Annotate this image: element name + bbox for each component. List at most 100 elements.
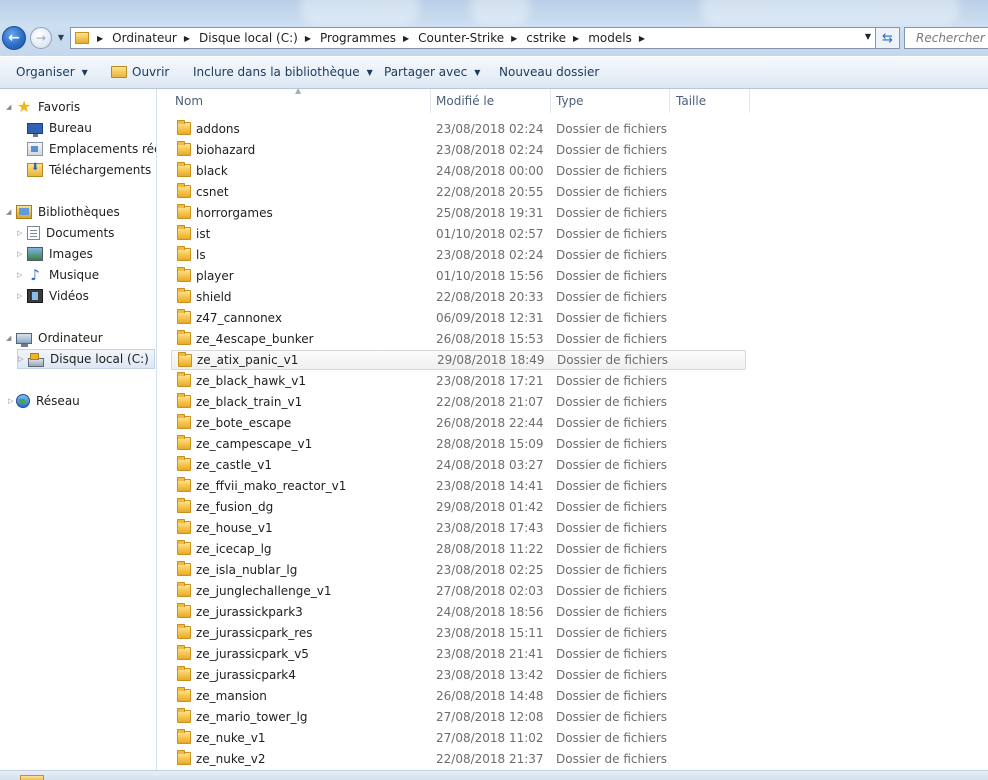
open-button[interactable]: Ouvrir <box>111 65 169 79</box>
file-row[interactable]: ze_jurassicpark4 23/08/2018 13:42 Dossier … <box>171 665 746 685</box>
file-modified: 28/08/2018 11:22 <box>436 542 544 556</box>
file-name: ze_jurassicpark_v5 <box>196 647 309 661</box>
file-row[interactable]: addons 23/08/2018 02:24 Dossier de fichier… <box>171 119 746 139</box>
breadcrumb-ordinateur[interactable]: Ordinateur ▶ <box>112 31 199 45</box>
sidebar-label: Réseau <box>36 394 80 408</box>
file-row[interactable]: ze_atix_panic_v1 29/08/2018 18:49 Dossier … <box>171 350 746 370</box>
file-row[interactable]: ze_house_v1 23/08/2018 17:43 Dossier de fi… <box>171 518 746 538</box>
chevron-right-icon[interactable]: ▶ <box>511 34 517 43</box>
sidebar-item-music[interactable]: ▷ ♪ Musique <box>17 265 99 285</box>
file-row[interactable]: ze_mario_tower_lg 27/08/2018 12:08 Dossier… <box>171 707 746 727</box>
column-size[interactable]: Taille <box>670 89 750 113</box>
file-row[interactable]: ze_castle_v1 24/08/2018 03:27 Dossier de f… <box>171 455 746 475</box>
file-name: horrorgames <box>196 206 273 220</box>
file-row[interactable]: ze_isla_nublar_lg 23/08/2018 02:25 Dossier… <box>171 560 746 580</box>
share-with-button[interactable]: Partager avec ▼ <box>384 65 480 79</box>
breadcrumb-label: Counter-Strike <box>418 31 505 45</box>
column-modified[interactable]: Modifié le <box>430 89 550 113</box>
breadcrumb-cstrike[interactable]: cstrike ▶ <box>526 31 588 45</box>
file-row[interactable]: ze_nuke_v1 27/08/2018 11:02 Dossier de fic… <box>171 728 746 748</box>
collapse-arrow-icon[interactable]: ◢ <box>6 208 11 216</box>
file-row[interactable]: ist 01/10/2018 02:57 Dossier de fichiers <box>171 224 746 244</box>
expand-arrow-icon[interactable]: ▷ <box>17 292 22 300</box>
file-row[interactable]: ze_4escape_bunker 26/08/2018 15:53 Dossier… <box>171 329 746 349</box>
file-name: csnet <box>196 185 229 199</box>
folder-icon <box>177 645 191 660</box>
column-name[interactable]: Nom <box>169 89 419 113</box>
file-modified: 23/08/2018 14:41 <box>436 479 544 493</box>
address-dropdown-icon[interactable]: ▼ <box>865 32 871 41</box>
sidebar-item-documents[interactable]: ▷ Documents <box>17 223 114 243</box>
include-in-library-button[interactable]: Inclure dans la bibliothèque ▼ <box>193 65 373 79</box>
hard-drive-icon <box>28 352 44 367</box>
breadcrumb-models[interactable]: models ▶ <box>588 31 654 45</box>
back-button[interactable]: ← <box>2 26 26 50</box>
expand-arrow-icon[interactable]: ▷ <box>8 397 13 405</box>
file-row[interactable]: ze_nuke_v2 22/08/2018 21:37 Dossier de fic… <box>171 749 746 769</box>
file-row[interactable]: horrorgames 25/08/2018 19:31 Dossier de fi… <box>171 203 746 223</box>
file-row[interactable]: player 01/10/2018 15:56 Dossier de fichier… <box>171 266 746 286</box>
chevron-right-icon[interactable]: ▶ <box>639 34 645 43</box>
organize-button[interactable]: Organiser ▼ <box>16 65 88 79</box>
file-modified: 22/08/2018 21:07 <box>436 395 544 409</box>
file-row[interactable]: ze_jurassicpark_res 23/08/2018 15:11 Dossi… <box>171 623 746 643</box>
file-row[interactable]: ze_fusion_dg 29/08/2018 01:42 Dossier de f… <box>171 497 746 517</box>
chevron-right-icon[interactable]: ▶ <box>305 34 311 43</box>
file-row[interactable]: z47_cannonex 06/09/2018 12:31 Dossier de f… <box>171 308 746 328</box>
sidebar-item-computer[interactable]: ◢ Ordinateur <box>6 328 103 348</box>
chevron-right-icon[interactable]: ▶ <box>184 34 190 43</box>
file-row[interactable]: ze_junglechallenge_v1 27/08/2018 02:03 Dos… <box>171 581 746 601</box>
folder-icon <box>177 477 191 492</box>
column-divider[interactable] <box>749 89 750 113</box>
file-row[interactable]: black 24/08/2018 00:00 Dossier de fichiers <box>171 161 746 181</box>
sidebar-item-downloads[interactable]: Téléchargements <box>27 160 151 180</box>
network-icon <box>16 394 30 408</box>
recent-pages-dropdown[interactable]: ▼ <box>56 33 66 43</box>
sidebar-item-images[interactable]: ▷ Images <box>17 244 93 264</box>
sidebar-item-favorites[interactable]: ◢ ★ Favoris <box>6 97 80 117</box>
expand-arrow-icon[interactable]: ▷ <box>18 355 23 363</box>
collapse-arrow-icon[interactable]: ◢ <box>6 334 11 342</box>
file-row[interactable]: ze_campescape_v1 28/08/2018 15:09 Dossier … <box>171 434 746 454</box>
file-row[interactable]: ls 23/08/2018 02:24 Dossier de fichiers <box>171 245 746 265</box>
new-folder-button[interactable]: Nouveau dossier <box>499 65 599 79</box>
file-row[interactable]: ze_jurassickpark3 24/08/2018 18:56 Dossier… <box>171 602 746 622</box>
folder-icon <box>177 330 191 345</box>
breadcrumb-counter-strike[interactable]: Counter-Strike ▶ <box>418 31 526 45</box>
address-bar[interactable]: ▶ Ordinateur ▶ Disque local (C:) ▶ Program… <box>70 27 876 49</box>
sidebar-item-network[interactable]: ▷ Réseau <box>8 391 80 411</box>
collapse-arrow-icon[interactable]: ◢ <box>6 103 11 111</box>
file-row[interactable]: ze_ffvii_mako_reactor_v1 23/08/2018 14:41… <box>171 476 746 496</box>
sidebar-item-videos[interactable]: ▷ Vidéos <box>17 286 89 306</box>
file-row[interactable]: csnet 22/08/2018 20:55 Dossier de fichiers <box>171 182 746 202</box>
file-modified: 24/08/2018 00:00 <box>436 164 544 178</box>
file-row[interactable]: shield 22/08/2018 20:33 Dossier de fichier… <box>171 287 746 307</box>
file-row[interactable]: ze_black_hawk_v1 23/08/2018 17:21 Dossier … <box>171 371 746 391</box>
chevron-right-icon[interactable]: ▶ <box>403 34 409 43</box>
chevron-right-icon[interactable]: ▶ <box>573 34 579 43</box>
column-type[interactable]: Type <box>550 89 670 113</box>
file-row[interactable]: ze_black_train_v1 22/08/2018 21:07 Dossier… <box>171 392 746 412</box>
breadcrumb-programmes[interactable]: Programmes ▶ <box>320 31 418 45</box>
search-input[interactable]: Rechercher dans : models <box>904 27 988 49</box>
file-modified: 24/08/2018 18:56 <box>436 605 544 619</box>
file-type: Dossier de fichiers <box>556 143 668 157</box>
sidebar-item-libraries[interactable]: ◢ Bibliothèques <box>6 202 120 222</box>
sidebar-item-local-disk[interactable]: ▷ Disque local (C:) <box>17 349 155 369</box>
expand-arrow-icon[interactable]: ▷ <box>17 229 22 237</box>
file-name: ze_junglechallenge_v1 <box>196 584 332 598</box>
refresh-button[interactable]: ⇆ <box>876 27 900 49</box>
expand-arrow-icon[interactable]: ▷ <box>17 250 22 258</box>
sidebar-item-recent-places[interactable]: Emplacements récents <box>27 139 156 159</box>
file-row[interactable]: ze_jurassicpark_v5 23/08/2018 21:41 Dossie… <box>171 644 746 664</box>
file-row[interactable]: ze_icecap_lg 28/08/2018 11:22 Dossier de f… <box>171 539 746 559</box>
expand-arrow-icon[interactable]: ▷ <box>17 271 22 279</box>
file-type: Dossier de fichiers <box>556 521 668 535</box>
forward-button[interactable]: → <box>30 27 52 49</box>
breadcrumb-root-separator[interactable]: ▶ <box>97 34 112 43</box>
file-row[interactable]: biohazard 23/08/2018 02:24 Dossier de fich… <box>171 140 746 160</box>
sidebar-item-desktop[interactable]: Bureau <box>27 118 92 138</box>
breadcrumb-disque-local[interactable]: Disque local (C:) ▶ <box>199 31 320 45</box>
file-row[interactable]: ze_bote_escape 26/08/2018 22:44 Dossier de… <box>171 413 746 433</box>
file-row[interactable]: ze_mansion 26/08/2018 14:48 Dossier de fic… <box>171 686 746 706</box>
